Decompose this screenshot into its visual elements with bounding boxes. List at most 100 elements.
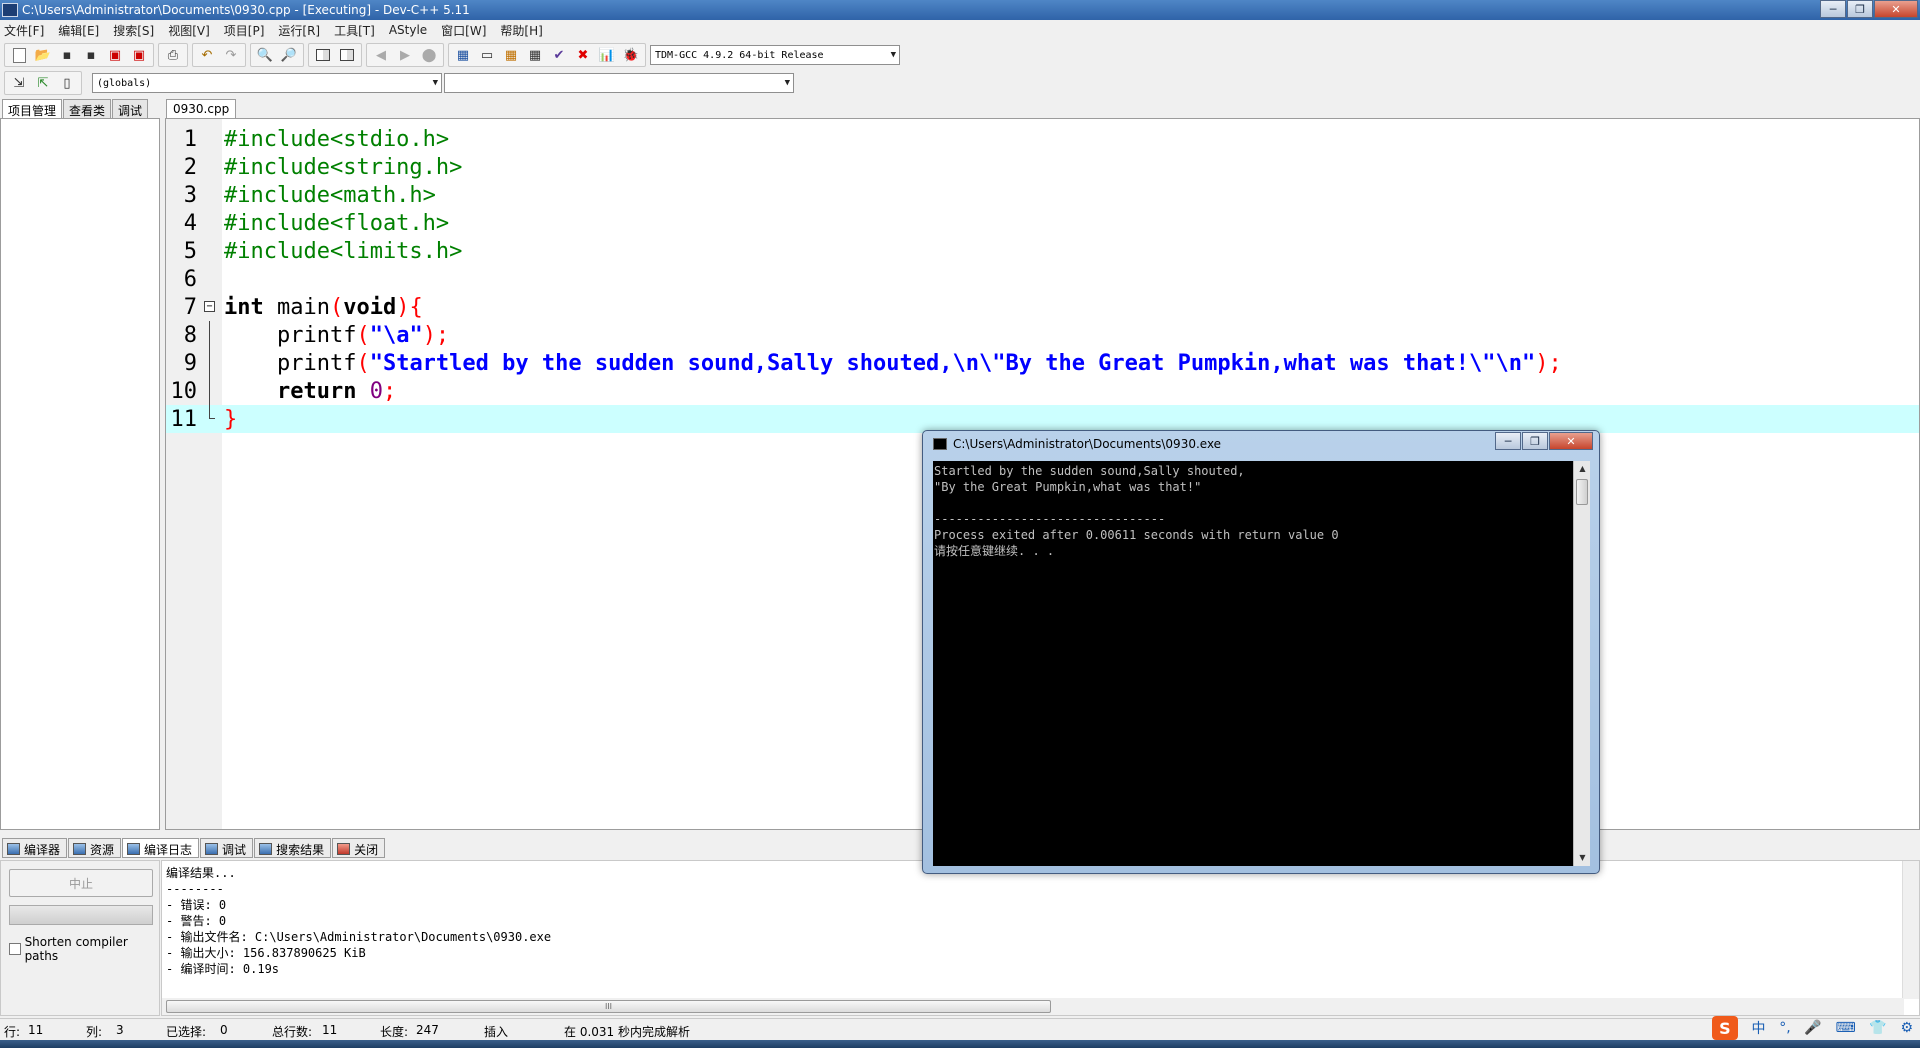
menu-view[interactable]: 视图[V] xyxy=(168,22,210,39)
compile-icon[interactable]: ▦ xyxy=(452,45,474,65)
maximize-button[interactable]: ❐ xyxy=(1847,0,1873,18)
title-bar: C:\Users\Administrator\Documents\0930.cp… xyxy=(0,0,1920,20)
stop-execution-icon[interactable]: ✖ xyxy=(572,45,594,65)
tab-class-browser[interactable]: 查看类 xyxy=(63,99,112,118)
log-horizontal-scrollbar[interactable]: III xyxy=(162,998,1904,1015)
checkbox-box[interactable] xyxy=(9,943,21,955)
menu-project[interactable]: 项目[P] xyxy=(224,22,265,39)
tab-resources[interactable]: 资源 xyxy=(68,838,122,858)
indent-icon[interactable] xyxy=(312,45,334,65)
debug-icon[interactable]: 🐞 xyxy=(620,45,642,65)
menu-edit[interactable]: 编辑[E] xyxy=(58,22,99,39)
code-line-3[interactable]: 3 #include<math.h> xyxy=(166,181,1919,209)
undo-icon[interactable]: ↶ xyxy=(196,45,218,65)
code-line-5[interactable]: 5 #include<limits.h> xyxy=(166,237,1919,265)
compiler-select[interactable]: TDM-GCC 4.9.2 64-bit Release ▼ xyxy=(650,45,900,65)
bookmark-icon[interactable]: ⬤ xyxy=(418,45,440,65)
close-button[interactable]: ✕ xyxy=(1874,0,1918,18)
menu-search[interactable]: 搜索[S] xyxy=(113,22,154,39)
tab-close[interactable]: 关闭 xyxy=(332,838,386,858)
code-line-10[interactable]: 10 return 0; xyxy=(166,377,1919,405)
rebuild-all-icon[interactable]: ▦ xyxy=(524,45,546,65)
menu-window[interactable]: 窗口[W] xyxy=(441,22,486,39)
close-all-icon[interactable]: ▣ xyxy=(128,45,150,65)
ime-keyboard-icon[interactable]: ⌨ xyxy=(1835,1020,1855,1036)
tab-compiler[interactable]: 编译器 xyxy=(2,838,68,858)
new-file-icon[interactable] xyxy=(8,45,30,65)
project-tree-panel[interactable] xyxy=(0,118,160,830)
menu-astyle[interactable]: AStyle xyxy=(389,23,427,37)
console-minimize-button[interactable]: ─ xyxy=(1495,432,1521,450)
goto-back-icon[interactable]: ◀ xyxy=(370,45,392,65)
code-line-8[interactable]: 8 printf("\a"); xyxy=(166,321,1919,349)
run-icon[interactable]: ▭ xyxy=(476,45,498,65)
add-to-project-icon[interactable]: ⇲ xyxy=(8,73,30,93)
remove-from-project-icon[interactable]: ⇱ xyxy=(32,73,54,93)
shorten-paths-checkbox[interactable]: Shorten compiler paths xyxy=(9,935,159,963)
status-col: 3 xyxy=(116,1023,124,1037)
console-maximize-button[interactable]: ❐ xyxy=(1522,432,1548,450)
save-icon[interactable]: ▪ xyxy=(56,45,78,65)
code-line-2[interactable]: 2 #include<string.h> xyxy=(166,153,1919,181)
ime-settings-icon[interactable]: ⚙ xyxy=(1901,1020,1914,1036)
console-app-icon[interactable] xyxy=(933,438,947,450)
scroll-up-icon[interactable]: ▲ xyxy=(1574,461,1591,477)
redo-icon[interactable]: ↷ xyxy=(220,45,242,65)
menu-help[interactable]: 帮助[H] xyxy=(500,22,542,39)
compile-run-icon[interactable]: ▦ xyxy=(500,45,522,65)
console-scroll-thumb[interactable] xyxy=(1576,479,1588,505)
find-icon[interactable]: 🔍 xyxy=(254,45,276,65)
ime-chinese-mode[interactable]: 中 xyxy=(1752,1018,1766,1038)
close-file-icon[interactable]: ▣ xyxy=(104,45,126,65)
profile-icon[interactable]: 📊 xyxy=(596,45,618,65)
scope-select[interactable]: (globals) ▼ xyxy=(92,73,442,93)
devcpp-app-icon[interactable] xyxy=(2,3,18,17)
console-output[interactable]: Startled by the sudden sound,Sally shout… xyxy=(933,461,1573,866)
code-line-11-current[interactable]: 11 } xyxy=(166,405,1919,433)
class-toolbar: ⇲ ⇱ ▯ (globals) ▼ ▼ xyxy=(0,70,1920,96)
replace-icon[interactable]: 🔎 xyxy=(278,45,300,65)
code-line-7[interactable]: 7 − int main(void){ xyxy=(166,293,1919,321)
tab-compile-log[interactable]: 编译日志 xyxy=(122,838,200,858)
compile-log-panel[interactable]: 编译结果... -------- - 错误: 0- 警告: 0- 输出文件名: C:… xyxy=(161,860,1920,1016)
save-all-icon[interactable]: ▪ xyxy=(80,45,102,65)
ime-voice-icon[interactable]: 🎤 xyxy=(1804,1020,1821,1036)
scroll-thumb[interactable]: III xyxy=(166,1000,1051,1013)
status-selected: 0 xyxy=(220,1023,228,1037)
ime-punctuation-icon[interactable]: °, xyxy=(1779,1020,1790,1036)
print-icon[interactable]: ⎙ xyxy=(162,45,184,65)
project-options-icon[interactable]: ▯ xyxy=(56,73,78,93)
editor-file-tab[interactable]: 0930.cpp xyxy=(166,99,237,118)
menu-file[interactable]: 文件[F] xyxy=(4,22,44,39)
tab-project-manager[interactable]: 项目管理 xyxy=(2,99,63,118)
code-line-4[interactable]: 4 #include<float.h> xyxy=(166,209,1919,237)
function-select[interactable]: ▼ xyxy=(444,73,794,93)
unindent-icon[interactable] xyxy=(336,45,358,65)
stop-button[interactable]: 中止 xyxy=(9,869,153,897)
status-bar: 行: 11 列: 3 已选择: 0 总行数: 11 长度: 247 插入 在 0… xyxy=(0,1018,1920,1040)
console-window[interactable]: C:\Users\Administrator\Documents\0930.ex… xyxy=(922,430,1600,874)
log-vertical-scrollbar[interactable] xyxy=(1902,861,1919,999)
compile-toolbar-group: ▦ ▭ ▦ ▦ ✔ ✖ 📊 🐞 xyxy=(448,43,646,67)
sogou-ime-icon[interactable]: S xyxy=(1711,1016,1738,1040)
scroll-down-icon[interactable]: ▼ xyxy=(1574,850,1591,866)
syntax-check-icon[interactable]: ✔ xyxy=(548,45,570,65)
menu-run[interactable]: 运行[R] xyxy=(278,22,320,39)
tab-search-results[interactable]: 搜索结果 xyxy=(254,838,332,858)
ime-skin-icon[interactable]: 👕 xyxy=(1869,1020,1886,1036)
tab-debug[interactable]: 调试 xyxy=(112,99,149,118)
code-line-1[interactable]: 1 #include<stdio.h> xyxy=(166,125,1919,153)
minimize-button[interactable]: ─ xyxy=(1820,0,1846,18)
fold-toggle-icon[interactable]: − xyxy=(201,293,218,321)
goto-forward-icon[interactable]: ▶ xyxy=(394,45,416,65)
console-close-button[interactable]: ✕ xyxy=(1549,432,1593,450)
console-scrollbar[interactable]: ▲ ▼ xyxy=(1573,461,1590,866)
tab-debug-bottom[interactable]: 调试 xyxy=(200,838,254,858)
open-file-icon[interactable]: 📂 xyxy=(32,45,54,65)
code-line-9[interactable]: 9 printf("Startled by the sudden sound,S… xyxy=(166,349,1919,377)
menu-tools[interactable]: 工具[T] xyxy=(334,22,375,39)
windows-taskbar xyxy=(0,1040,1920,1048)
code-line-6[interactable]: 6 xyxy=(166,265,1919,293)
ime-toolbar: S 中 °, 🎤 ⌨ 👕 ⚙ xyxy=(1705,1014,1920,1042)
chevron-down-icon: ▼ xyxy=(432,78,438,88)
